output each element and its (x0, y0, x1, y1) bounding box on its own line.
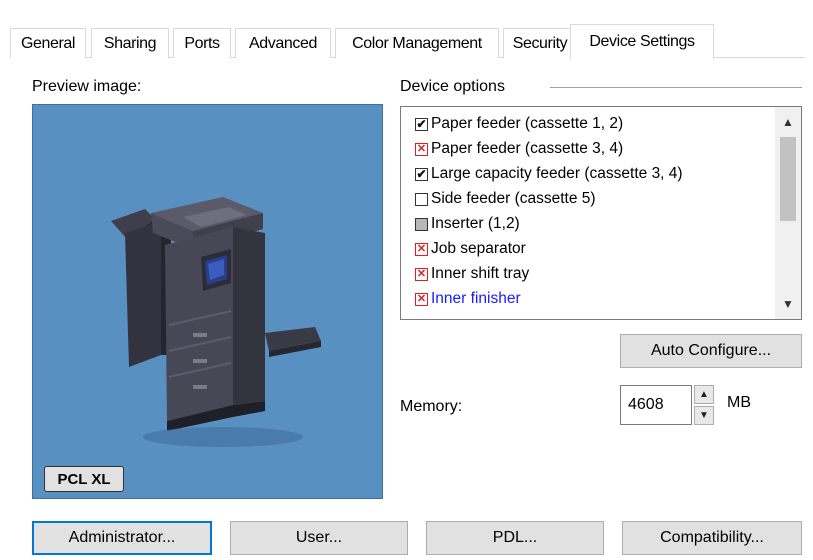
tab-device-settings[interactable]: Device Settings (570, 24, 714, 59)
option-label: Paper feeder (cassette 3, 4) (431, 140, 624, 157)
tab-ports[interactable]: Ports (173, 28, 231, 58)
preview-image (32, 104, 383, 499)
tab-security[interactable]: Security (503, 28, 577, 58)
tab-strip: General Sharing Ports Advanced Color Man… (10, 24, 805, 59)
option-label: Inserter (1,2) (431, 215, 520, 232)
tab-general[interactable]: General (10, 28, 86, 58)
compatibility-button[interactable]: Compatibility... (622, 521, 802, 555)
option-job-separator[interactable]: Job separator (415, 237, 526, 261)
option-side-feeder[interactable]: Side feeder (cassette 5) (415, 187, 596, 211)
tab-color-management[interactable]: Color Management (335, 28, 499, 58)
unchecked-checkbox-icon[interactable] (415, 192, 428, 206)
tab-sharing[interactable]: Sharing (91, 28, 169, 58)
pdl-badge: PCL XL (44, 466, 124, 492)
option-label: Inner shift tray (431, 265, 530, 282)
memory-unit: MB (727, 394, 751, 411)
device-options-list[interactable]: Paper feeder (cassette 1, 2) Paper feede… (400, 106, 802, 320)
tab-advanced[interactable]: Advanced (235, 28, 331, 58)
scrollbar-thumb[interactable] (780, 137, 796, 221)
scroll-down-icon[interactable]: ▼ (775, 293, 801, 315)
memory-spinner[interactable]: ▲ ▼ (694, 385, 716, 425)
device-options-divider (550, 87, 802, 88)
spin-up-icon[interactable]: ▲ (694, 385, 714, 404)
option-paper-feeder-1-2[interactable]: Paper feeder (cassette 1, 2) (415, 112, 623, 136)
option-inserter[interactable]: Inserter (1,2) (415, 212, 520, 236)
auto-configure-button[interactable]: Auto Configure... (620, 334, 802, 368)
options-scrollbar[interactable]: ▲ ▼ (775, 107, 801, 319)
option-inner-finisher[interactable]: Inner finisher (415, 287, 521, 311)
unavailable-checkbox-icon[interactable] (415, 292, 428, 306)
user-button[interactable]: User... (230, 521, 408, 555)
option-label: Inner finisher (431, 290, 521, 307)
option-paper-feeder-3-4[interactable]: Paper feeder (cassette 3, 4) (415, 137, 623, 161)
memory-input[interactable]: 4608 (620, 385, 692, 425)
memory-label: Memory: (400, 398, 463, 415)
scroll-up-icon[interactable]: ▲ (775, 111, 801, 133)
option-label: Large capacity feeder (cassette 3, 4) (431, 165, 683, 182)
pdl-button[interactable]: PDL... (426, 521, 604, 555)
unavailable-checkbox-icon[interactable] (415, 142, 428, 156)
checked-checkbox-icon[interactable] (415, 167, 428, 181)
device-options-label: Device options (400, 78, 505, 95)
printer-illustration (111, 197, 321, 447)
option-label: Paper feeder (cassette 1, 2) (431, 115, 624, 132)
unavailable-checkbox-icon[interactable] (415, 242, 428, 256)
unavailable-checkbox-icon[interactable] (415, 267, 428, 281)
option-label: Job separator (431, 240, 526, 257)
indeterminate-checkbox-icon[interactable] (415, 217, 428, 231)
administrator-button[interactable]: Administrator... (32, 521, 212, 555)
option-large-capacity-feeder[interactable]: Large capacity feeder (cassette 3, 4) (415, 162, 683, 186)
checked-checkbox-icon[interactable] (415, 117, 428, 131)
preview-label: Preview image: (32, 78, 142, 95)
option-inner-shift-tray[interactable]: Inner shift tray (415, 262, 529, 286)
spin-down-icon[interactable]: ▼ (694, 406, 714, 425)
option-label: Side feeder (cassette 5) (431, 190, 596, 207)
